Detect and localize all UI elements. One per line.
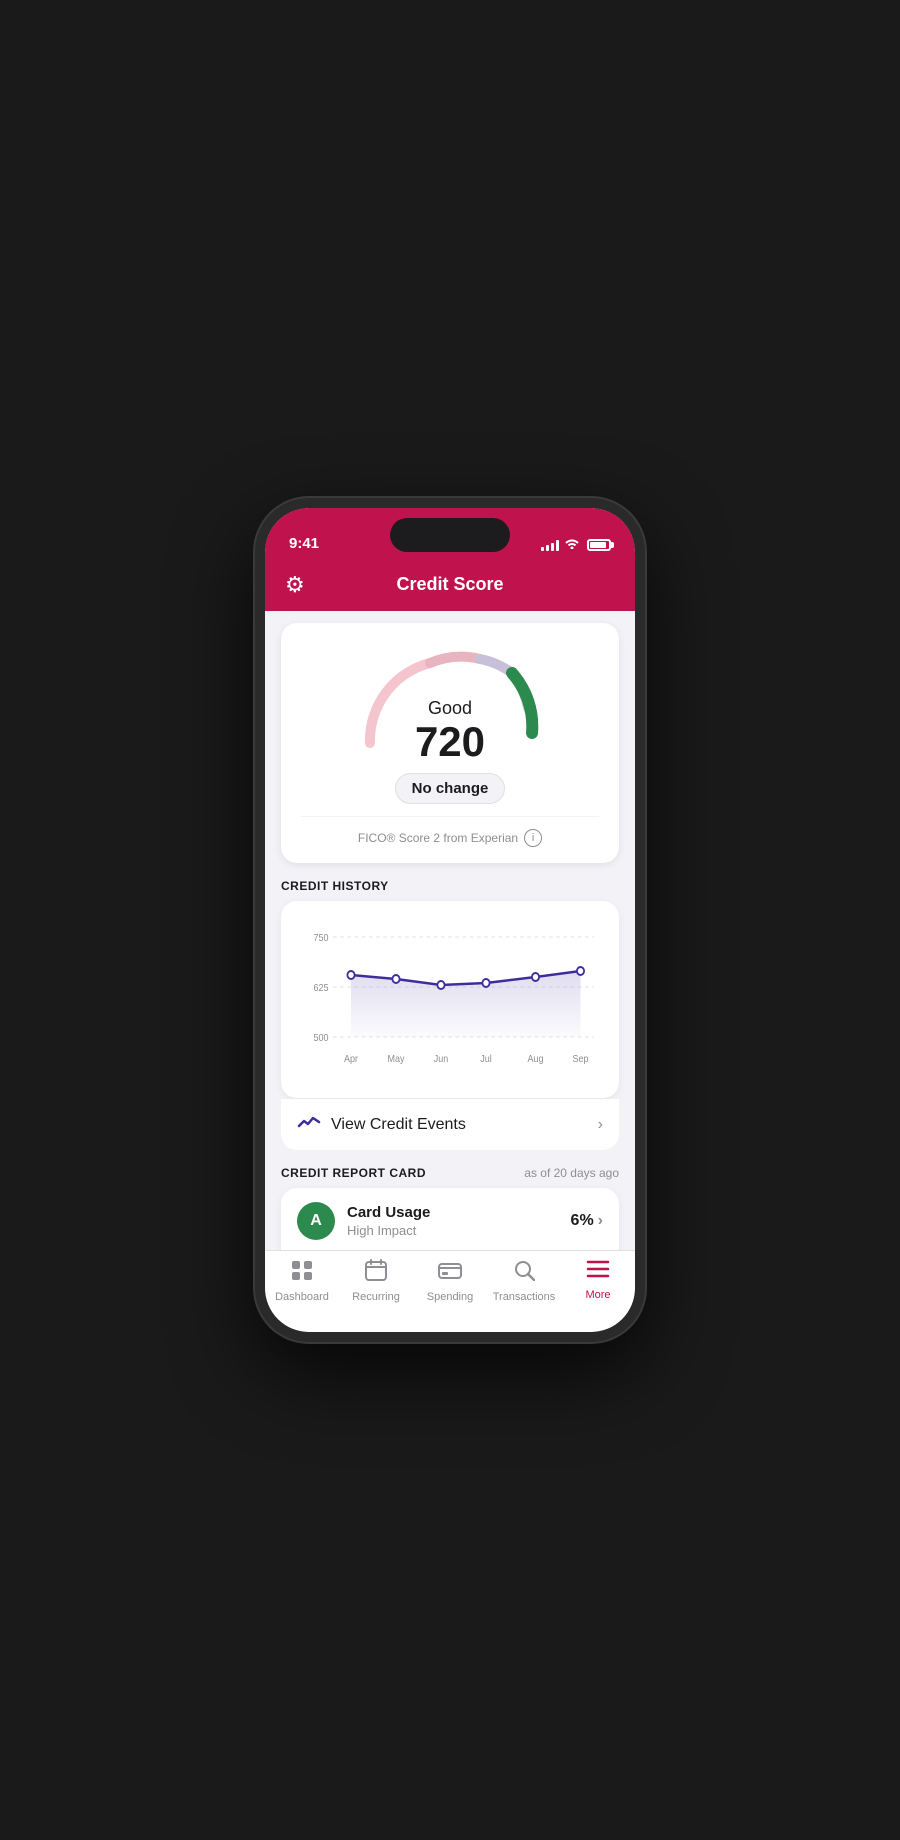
svg-text:Jun: Jun (434, 1054, 449, 1066)
nav-item-spending[interactable]: Spending (413, 1259, 487, 1303)
card-usage-impact: High Impact (347, 1223, 559, 1238)
main-content: Good 720 No change FICO® Score 2 from Ex… (265, 611, 635, 1250)
card-usage-info: Card Usage High Impact (347, 1204, 559, 1238)
nav-label-transactions: Transactions (493, 1291, 556, 1303)
page-title: Credit Score (396, 574, 503, 595)
svg-text:500: 500 (313, 1033, 328, 1045)
svg-text:Sep: Sep (573, 1054, 589, 1066)
nav-item-more[interactable]: More (561, 1259, 635, 1301)
chevron-right-usage-icon: › (598, 1212, 603, 1230)
battery-icon (587, 539, 611, 551)
nav-label-more: More (585, 1289, 610, 1301)
nav-item-transactions[interactable]: Transactions (487, 1259, 561, 1303)
svg-text:Apr: Apr (344, 1054, 358, 1066)
nav-item-dashboard[interactable]: Dashboard (265, 1259, 339, 1303)
credit-report-title: CREDIT REPORT CARD (281, 1166, 426, 1180)
notch (390, 518, 510, 552)
nav-label-dashboard: Dashboard (275, 1291, 329, 1303)
score-center: Good 720 No change (395, 698, 506, 804)
credit-events-label: View Credit Events (331, 1116, 466, 1134)
status-icons (541, 537, 611, 552)
svg-text:Aug: Aug (528, 1054, 544, 1066)
score-rating: Good (395, 698, 506, 719)
signal-bars-icon (541, 539, 559, 551)
score-change-badge: No change (395, 773, 506, 804)
spending-icon (438, 1259, 462, 1287)
report-card: A Card Usage High Impact 6% › A Payment … (281, 1188, 619, 1250)
fico-source: FICO® Score 2 from Experian i (301, 816, 599, 847)
chart-card: 750 625 500 (281, 901, 619, 1098)
phone-frame: 9:41 ⚙ Credit (255, 498, 645, 1342)
dashboard-icon (290, 1259, 314, 1287)
view-credit-events-row[interactable]: View Credit Events › (281, 1099, 619, 1150)
score-card: Good 720 No change FICO® Score 2 from Ex… (281, 623, 619, 863)
gauge-container: Good 720 No change (301, 643, 599, 804)
card-usage-score: 6% › (571, 1212, 603, 1230)
more-icon (586, 1259, 610, 1285)
nav-label-spending: Spending (427, 1291, 474, 1303)
svg-text:625: 625 (313, 983, 328, 995)
card-usage-avatar: A (297, 1202, 335, 1240)
transactions-icon (513, 1259, 535, 1287)
phone-screen: 9:41 ⚙ Credit (265, 508, 635, 1332)
fico-text: FICO® Score 2 from Experian (358, 831, 518, 845)
credit-report-asof: as of 20 days ago (524, 1166, 619, 1180)
app-header: ⚙ Credit Score (265, 562, 635, 611)
wifi-icon (564, 537, 580, 552)
credit-history-chart: 750 625 500 (297, 917, 603, 1077)
score-number: 720 (395, 719, 506, 765)
gear-icon[interactable]: ⚙ (285, 572, 305, 598)
nav-label-recurring: Recurring (352, 1291, 400, 1303)
nav-item-recurring[interactable]: Recurring (339, 1259, 413, 1303)
status-time: 9:41 (289, 535, 319, 552)
trend-icon (297, 1113, 321, 1136)
credit-history-header: CREDIT HISTORY (265, 863, 635, 901)
card-usage-name: Card Usage (347, 1204, 559, 1221)
svg-text:Jul: Jul (480, 1054, 492, 1066)
recurring-icon (365, 1259, 387, 1287)
svg-text:May: May (388, 1054, 405, 1066)
chevron-right-icon: › (598, 1116, 603, 1134)
credit-report-header: CREDIT REPORT CARD as of 20 days ago (265, 1150, 635, 1188)
credit-history-title: CREDIT HISTORY (281, 879, 389, 893)
bottom-nav: Dashboard Recurring (265, 1250, 635, 1332)
svg-text:750: 750 (313, 933, 328, 945)
info-icon[interactable]: i (524, 829, 542, 847)
report-item-card-usage[interactable]: A Card Usage High Impact 6% › (281, 1188, 619, 1250)
